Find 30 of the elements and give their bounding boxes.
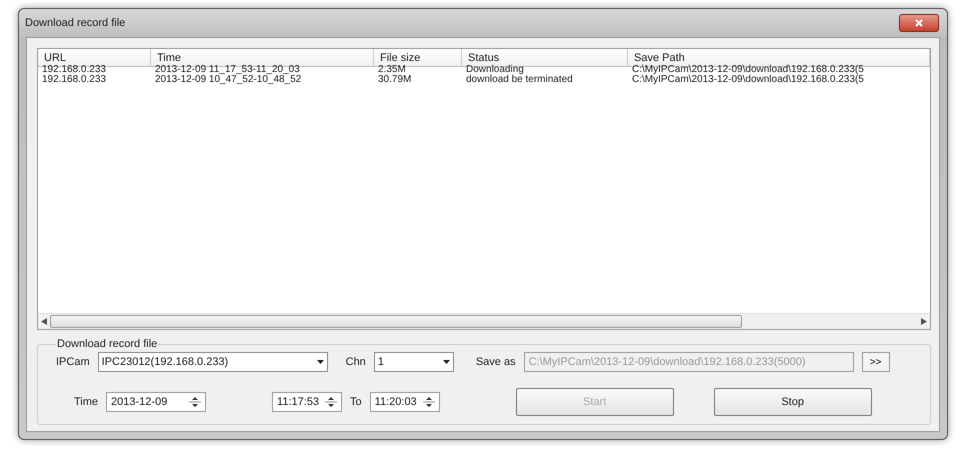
ipcam-dropdown[interactable]: IPC23012(192.168.0.233) <box>98 352 328 372</box>
close-icon <box>915 19 923 27</box>
table-cell-text: C:\MyIPCam\2013-12-09\download\192.168.0.233(5 <box>631 74 865 85</box>
group-title: Download record file <box>56 338 158 350</box>
time-label: Time <box>74 396 98 408</box>
start-time-field[interactable]: 11:17:53 <box>272 392 342 412</box>
horizontal-scrollbar[interactable] <box>38 313 930 329</box>
dropdown-arrow-icon[interactable] <box>316 360 324 364</box>
right-arrow-icon[interactable] <box>921 318 927 325</box>
close-button[interactable] <box>899 14 939 32</box>
spinner-icon[interactable] <box>422 394 435 410</box>
left-arrow-icon[interactable] <box>41 318 47 325</box>
spinner-icon[interactable] <box>325 394 338 410</box>
dropdown-arrow-icon[interactable] <box>442 360 450 364</box>
table-cell-text: download be terminated <box>465 74 574 85</box>
channel-label: Chn <box>346 356 366 368</box>
to-label: To <box>350 396 362 408</box>
scroll-thumb[interactable] <box>50 315 742 328</box>
save-as-label: Save as <box>476 356 516 368</box>
spinner-icon[interactable] <box>189 394 202 410</box>
table-cell-text: 2013-12-09 10_47_52-10_48_52 <box>154 74 302 85</box>
end-time-field[interactable]: 11:20:03 <box>370 392 440 412</box>
ipcam-label: IPCam <box>56 356 90 368</box>
channel-dropdown[interactable]: 1 <box>374 352 454 372</box>
table-cell-text: 192.168.0.233 <box>41 73 107 85</box>
browse-button[interactable]: >> <box>862 352 890 372</box>
stop-button[interactable]: Stop <box>714 388 872 416</box>
table-cell-text: 30.79M <box>377 73 412 85</box>
window-title: Download record file <box>25 17 126 29</box>
date-field[interactable]: 2013-12-09 <box>106 392 206 412</box>
